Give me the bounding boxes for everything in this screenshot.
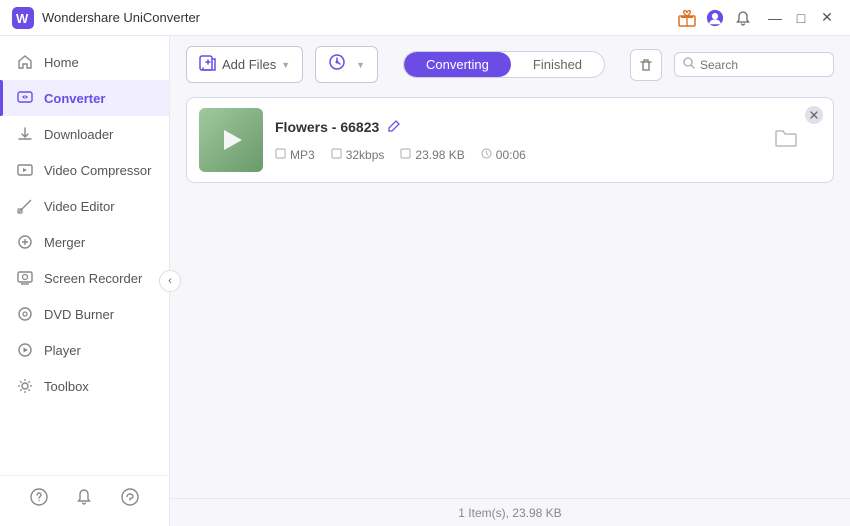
search-bar — [674, 52, 834, 77]
sidebar-label-video-editor: Video Editor — [44, 199, 115, 214]
file-name-row: Flowers - 66823 — [275, 119, 763, 136]
sidebar-label-converter: Converter — [44, 91, 105, 106]
file-close-button[interactable] — [805, 106, 823, 124]
toolbar: Add Files ▼ ▼ Converting Finished — [170, 36, 850, 93]
app-title: Wondershare UniConverter — [42, 10, 678, 25]
tab-switcher: Converting Finished — [403, 51, 605, 78]
window-controls: — □ ✕ — [764, 7, 838, 29]
maximize-button[interactable]: □ — [790, 7, 812, 29]
file-format: MP3 — [290, 148, 315, 162]
format-icon — [275, 148, 286, 162]
video-editor-icon — [16, 197, 34, 215]
sidebar-label-downloader: Downloader — [44, 127, 113, 142]
sidebar-item-video-compressor[interactable]: Video Compressor — [0, 152, 169, 188]
content-area: Add Files ▼ ▼ Converting Finished — [170, 36, 850, 526]
sidebar-label-video-compressor: Video Compressor — [44, 163, 151, 178]
gift-icon[interactable] — [678, 9, 696, 27]
file-folder-button[interactable] — [775, 128, 821, 153]
sidebar-item-screen-recorder[interactable]: Screen Recorder — [0, 260, 169, 296]
main-layout: Home Converter Downloader — [0, 36, 850, 526]
file-duration-item: 00:06 — [481, 148, 526, 162]
sidebar-item-downloader[interactable]: Downloader — [0, 116, 169, 152]
sidebar-item-video-editor[interactable]: Video Editor — [0, 188, 169, 224]
downloader-icon — [16, 125, 34, 143]
screen-recorder-icon — [16, 269, 34, 287]
sidebar-item-merger[interactable]: Merger — [0, 224, 169, 260]
search-input[interactable] — [700, 58, 825, 72]
file-card: Flowers - 66823 — [186, 97, 834, 183]
add-files-dropdown-icon: ▼ — [281, 60, 290, 70]
sidebar: Home Converter Downloader — [0, 36, 170, 526]
toolbox-icon — [16, 377, 34, 395]
file-list: Flowers - 66823 — [170, 93, 850, 498]
tab-converting[interactable]: Converting — [404, 52, 511, 77]
user-icon[interactable] — [706, 9, 724, 27]
sidebar-item-converter[interactable]: Converter — [0, 80, 169, 116]
play-icon — [224, 130, 242, 150]
file-edit-icon[interactable] — [387, 119, 401, 136]
add-files-button[interactable]: Add Files ▼ — [186, 46, 303, 83]
file-size: 23.98 KB — [415, 148, 464, 162]
help-icon[interactable] — [28, 486, 50, 508]
sidebar-collapse-button[interactable]: ‹ — [159, 270, 181, 292]
sidebar-label-toolbox: Toolbox — [44, 379, 89, 394]
file-thumbnail[interactable] — [199, 108, 263, 172]
statusbar-text: 1 Item(s), 23.98 KB — [458, 506, 561, 520]
sidebar-item-dvd-burner[interactable]: DVD Burner — [0, 296, 169, 332]
size-icon — [400, 148, 411, 162]
add-files-label: Add Files — [222, 57, 276, 72]
titlebar: W Wondershare UniConverter — [0, 0, 850, 36]
convert-settings-icon — [328, 53, 346, 76]
sidebar-label-merger: Merger — [44, 235, 85, 250]
home-icon — [16, 53, 34, 71]
file-meta: MP3 32kbps — [275, 148, 763, 162]
convert-settings-dropdown-icon: ▼ — [356, 60, 365, 70]
duration-icon — [481, 148, 492, 162]
bitrate-icon — [331, 148, 342, 162]
sidebar-label-dvd-burner: DVD Burner — [44, 307, 114, 322]
statusbar: 1 Item(s), 23.98 KB — [170, 498, 850, 526]
file-duration: 00:06 — [496, 148, 526, 162]
feedback-icon[interactable] — [119, 486, 141, 508]
sidebar-label-home: Home — [44, 55, 79, 70]
close-button[interactable]: ✕ — [816, 7, 838, 29]
notification-bell-icon[interactable] — [73, 486, 95, 508]
merger-icon — [16, 233, 34, 251]
dvd-burner-icon — [16, 305, 34, 323]
file-bitrate: 32kbps — [346, 148, 385, 162]
titlebar-actions — [678, 9, 752, 27]
sidebar-item-home[interactable]: Home — [0, 44, 169, 80]
video-compressor-icon — [16, 161, 34, 179]
sidebar-label-player: Player — [44, 343, 81, 358]
app-logo: W — [12, 7, 34, 29]
file-format-item: MP3 — [275, 148, 315, 162]
tab-finished[interactable]: Finished — [511, 52, 604, 77]
converter-icon — [16, 89, 34, 107]
sidebar-item-player[interactable]: Player — [0, 332, 169, 368]
sidebar-footer — [0, 475, 169, 518]
convert-settings-button[interactable]: ▼ — [315, 46, 378, 83]
player-icon — [16, 341, 34, 359]
sidebar-label-screen-recorder: Screen Recorder — [44, 271, 142, 286]
svg-text:W: W — [16, 11, 29, 26]
add-files-icon — [199, 53, 217, 76]
file-name: Flowers - 66823 — [275, 119, 379, 135]
search-icon — [683, 57, 695, 72]
file-size-item: 23.98 KB — [400, 148, 464, 162]
sidebar-item-toolbox[interactable]: Toolbox — [0, 368, 169, 404]
bell-icon[interactable] — [734, 9, 752, 27]
delete-button[interactable] — [630, 49, 662, 81]
minimize-button[interactable]: — — [764, 7, 786, 29]
file-bitrate-item: 32kbps — [331, 148, 385, 162]
file-info: Flowers - 66823 — [275, 119, 763, 162]
